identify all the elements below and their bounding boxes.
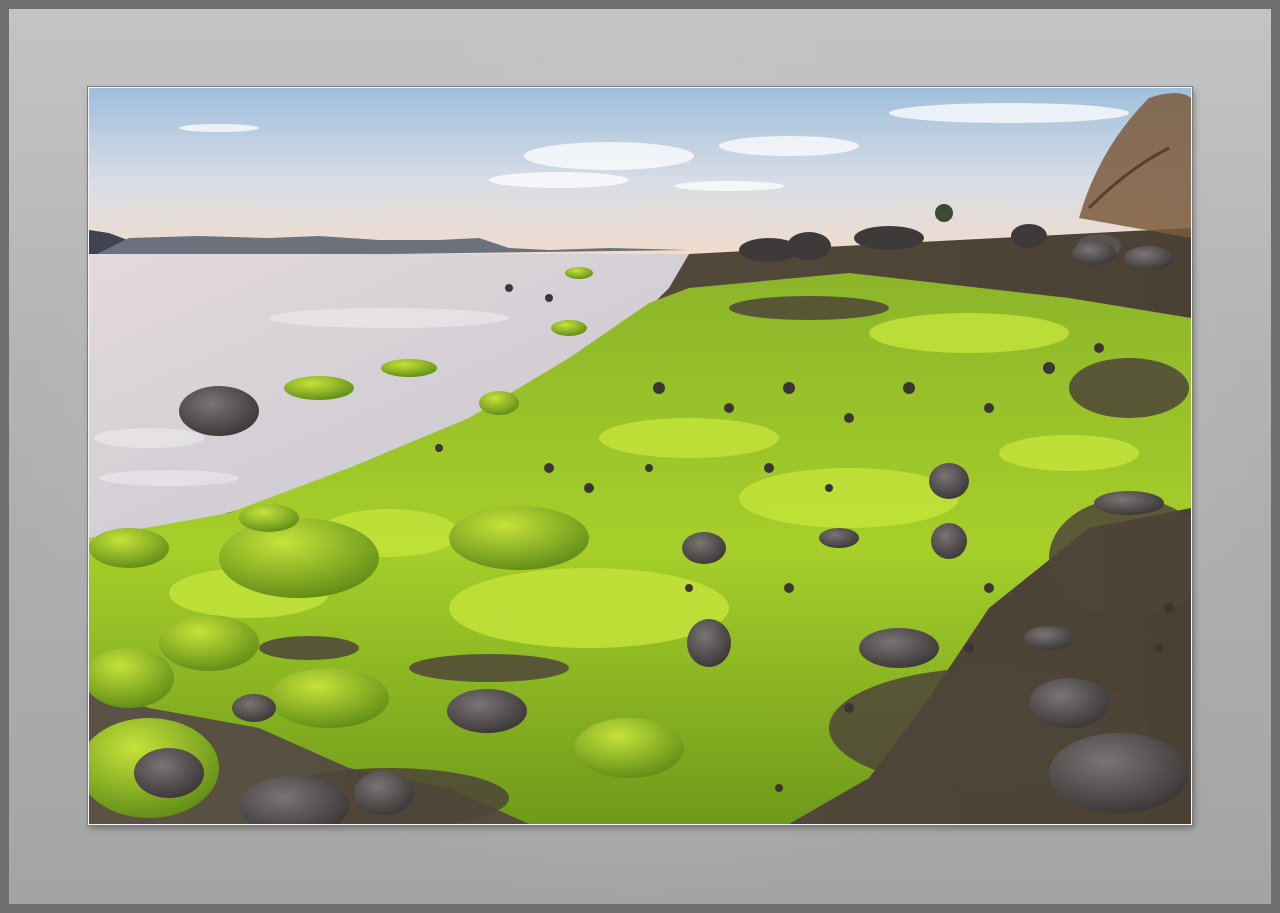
seascape-image: [89, 88, 1191, 824]
photo: [88, 87, 1192, 825]
